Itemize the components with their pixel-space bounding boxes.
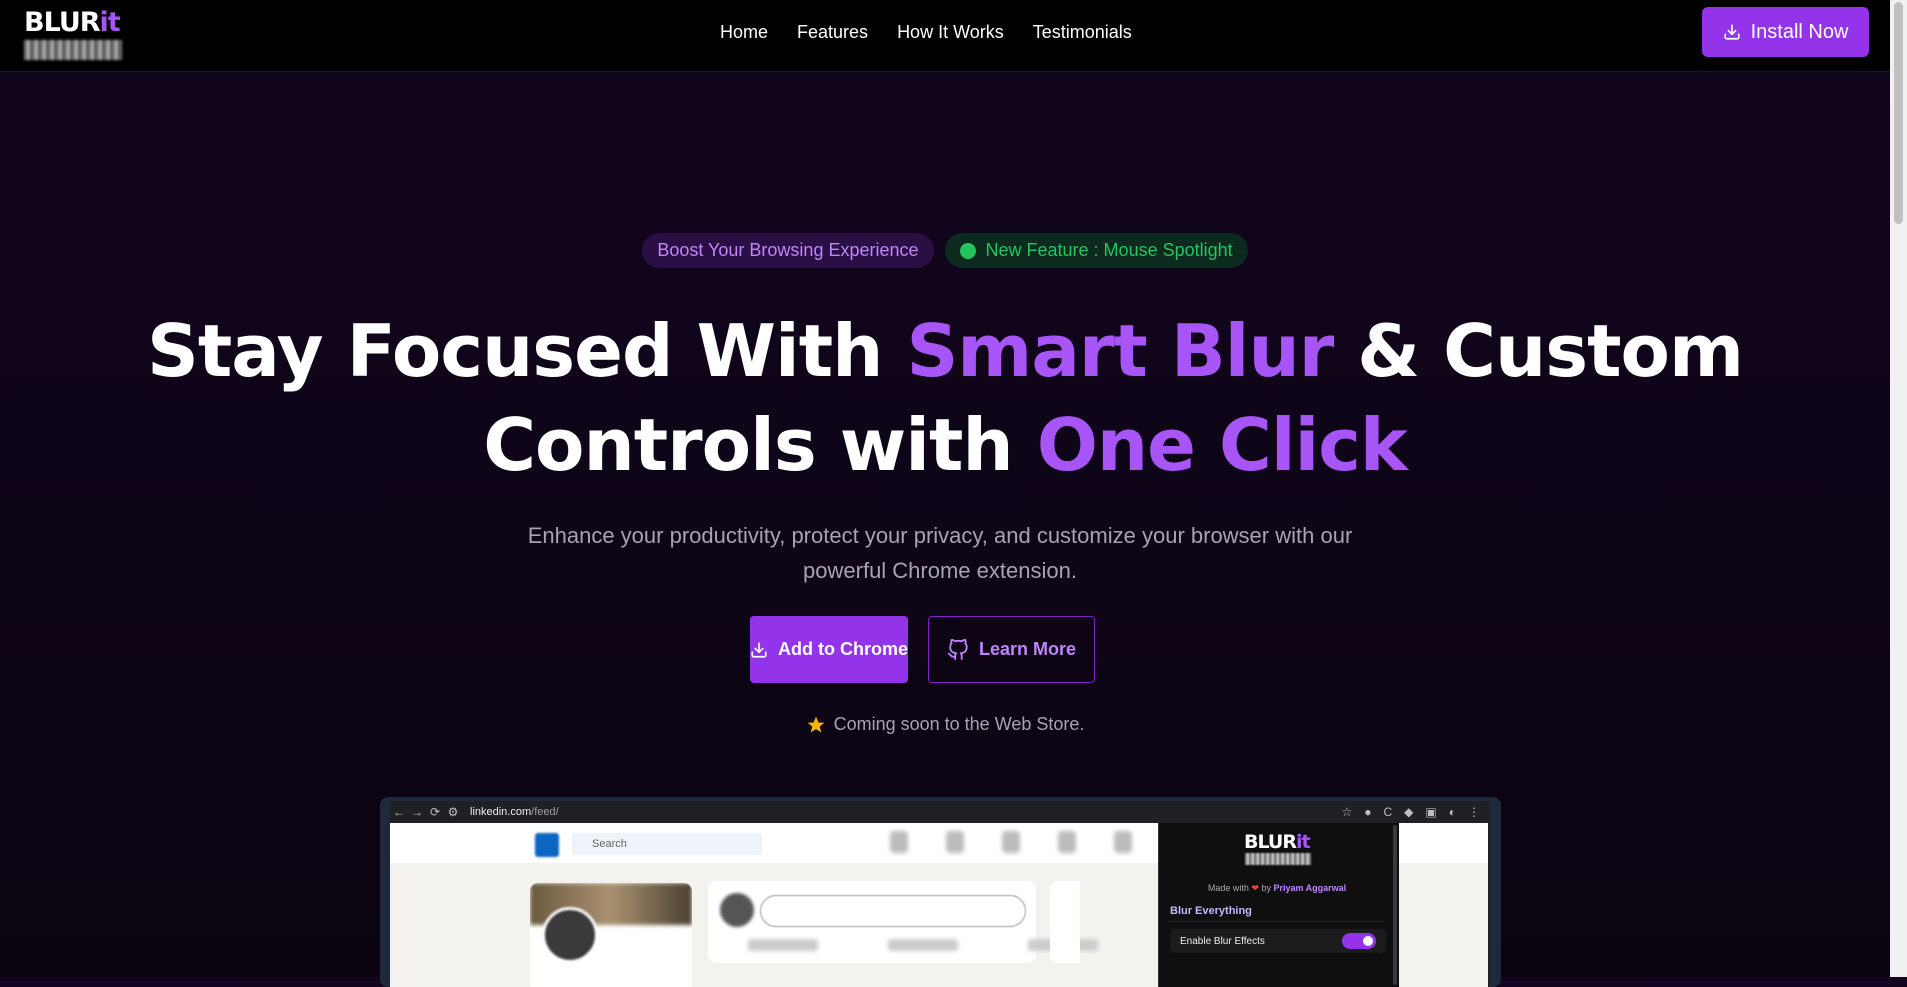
install-now-button[interactable]: Install Now <box>1702 7 1869 57</box>
popup-author: Priyam Aggarwal <box>1273 883 1347 893</box>
brand-logo[interactable]: BLURit <box>24 8 122 60</box>
popup-divider <box>1169 921 1385 922</box>
blurred-messaging-icon <box>1058 831 1076 853</box>
top-navbar: BLURit Home Features How It Works Testim… <box>0 0 1890 72</box>
logo-accent-text: it <box>99 7 121 38</box>
mock-profile-card <box>530 883 692 987</box>
blurit-extension-icon: ◆ <box>1404 805 1414 819</box>
new-feature-badge: New Feature : Mouse Spotlight <box>944 233 1248 268</box>
extension-icon: ● <box>1364 805 1372 819</box>
linkedin-logo-icon <box>535 833 559 857</box>
cta-row: Add to Chrome Learn More <box>750 616 1095 683</box>
logo-wordmark: BLURit <box>24 8 122 38</box>
extension-popup: BLURit Made with ❤ by Priyam Aggarwal Bl… <box>1158 823 1399 987</box>
back-arrow-icon: ← <box>393 805 405 819</box>
heart-icon: ❤ <box>1251 883 1259 893</box>
mock-url-path: /feed/ <box>531 806 559 818</box>
page-scrollbar[interactable] <box>1890 0 1907 977</box>
boost-badge-label: Boost Your Browsing Experience <box>657 240 919 260</box>
blurred-home-icon <box>890 831 908 853</box>
hero-badges: Boost Your Browsing Experience New Featu… <box>0 233 1890 268</box>
mock-browser-toolbar: ← → ⟳ ⚙ linkedin.com/feed/ ☆ ● C ◆ ▣ ◐ ⋮ <box>390 801 1490 823</box>
mock-side-card <box>1050 881 1080 963</box>
headline-accent-2: One Click <box>1036 403 1408 487</box>
popup-made-with: Made with <box>1207 883 1249 893</box>
mock-nav-icons <box>890 831 1132 853</box>
kebab-menu-icon: ⋮ <box>1468 805 1480 819</box>
boost-badge: Boost Your Browsing Experience <box>642 233 934 268</box>
puzzle-icon: ▣ <box>1425 805 1437 819</box>
enable-blur-label: Enable Blur Effects <box>1180 935 1265 947</box>
mock-composer-avatar <box>720 893 754 927</box>
mock-url-host: linkedin.com <box>470 806 532 818</box>
download-icon <box>1724 24 1740 40</box>
enable-blur-toggle <box>1342 933 1376 949</box>
blurred-photo-action <box>888 939 958 951</box>
status-dot-icon <box>959 242 976 259</box>
coming-soon-text: Coming soon to the Web Store. <box>833 714 1085 734</box>
new-feature-label: New Feature : Mouse Spotlight <box>985 240 1233 260</box>
bookmark-star-icon: ☆ <box>1341 805 1353 819</box>
popup-logo-blurred-strip <box>1245 853 1311 865</box>
mock-extension-icons: ☆ ● C ◆ ▣ ◐ ⋮ <box>1341 805 1490 819</box>
nav-link-features[interactable]: Features <box>797 22 868 43</box>
mock-composer-actions <box>748 939 1098 951</box>
headline-accent-1: Smart Blur <box>906 309 1334 393</box>
hero-headline: Stay Focused With Smart Blur & Custom Co… <box>0 304 1890 492</box>
nav-link-how-it-works[interactable]: How It Works <box>897 22 1004 43</box>
popup-logo-text: BLUR <box>1244 831 1297 853</box>
github-icon <box>947 638 968 660</box>
mock-post-composer <box>708 881 1098 963</box>
mock-page-scrollbar <box>1488 823 1490 987</box>
popup-credit: Made with ❤ by Priyam Aggarwal <box>1159 883 1395 894</box>
enable-blur-row: Enable Blur Effects <box>1170 929 1386 953</box>
hero-subtitle: Enhance your productivity, protect your … <box>527 523 1353 583</box>
popup-scrollbar <box>1393 825 1397 985</box>
nav-links: Home Features How It Works Testimonials <box>720 22 1132 43</box>
profile-icon: ◐ <box>1448 805 1456 819</box>
forward-arrow-icon: → <box>411 805 423 819</box>
mock-profile-avatar <box>542 907 598 963</box>
install-now-label: Install Now <box>1750 20 1849 43</box>
blurred-jobs-icon <box>1002 831 1020 853</box>
mock-linkedin-page: Search BLURit Made with ❤ by Priyam Agga… <box>390 823 1490 987</box>
logo-text: BLUR <box>24 7 101 38</box>
popup-by: by <box>1261 883 1271 893</box>
add-to-chrome-label: Add to Chrome <box>778 639 908 659</box>
blurred-video-action <box>748 939 818 951</box>
mock-composer-input <box>760 895 1026 927</box>
headline-text-2: & Custom <box>1333 309 1744 393</box>
refresh-extension-icon: C <box>1383 805 1393 819</box>
add-to-chrome-button[interactable]: Add to Chrome <box>750 616 908 683</box>
coming-soon-note: Coming soon to the Web Store. <box>0 714 1890 735</box>
blurred-network-icon <box>946 831 964 853</box>
download-icon <box>751 641 767 658</box>
product-screenshot: ← → ⟳ ⚙ linkedin.com/feed/ ☆ ● C ◆ ▣ ◐ ⋮… <box>380 797 1501 987</box>
nav-link-testimonials[interactable]: Testimonials <box>1033 22 1132 43</box>
learn-more-label: Learn More <box>978 639 1077 659</box>
learn-more-button[interactable]: Learn More <box>928 616 1095 683</box>
mock-search-placeholder: Search <box>592 838 627 850</box>
site-settings-icon: ⚙ <box>447 805 459 819</box>
blurred-notifications-icon <box>1114 831 1132 853</box>
popup-logo-accent: it <box>1295 831 1311 853</box>
logo-blurred-strip <box>24 40 122 60</box>
headline-text-1: Stay Focused With <box>146 309 907 393</box>
headline-text-3: Controls with <box>483 403 1037 487</box>
scrollbar-thumb[interactable] <box>1894 2 1903 224</box>
mock-url: linkedin.com/feed/ <box>470 806 559 818</box>
mock-search-bar: Search <box>572 833 762 855</box>
reload-icon: ⟳ <box>429 805 441 819</box>
nav-link-home[interactable]: Home <box>720 22 768 43</box>
popup-section-title: Blur Everything <box>1170 905 1252 917</box>
star-icon <box>807 716 824 732</box>
popup-logo: BLURit <box>1244 831 1311 853</box>
